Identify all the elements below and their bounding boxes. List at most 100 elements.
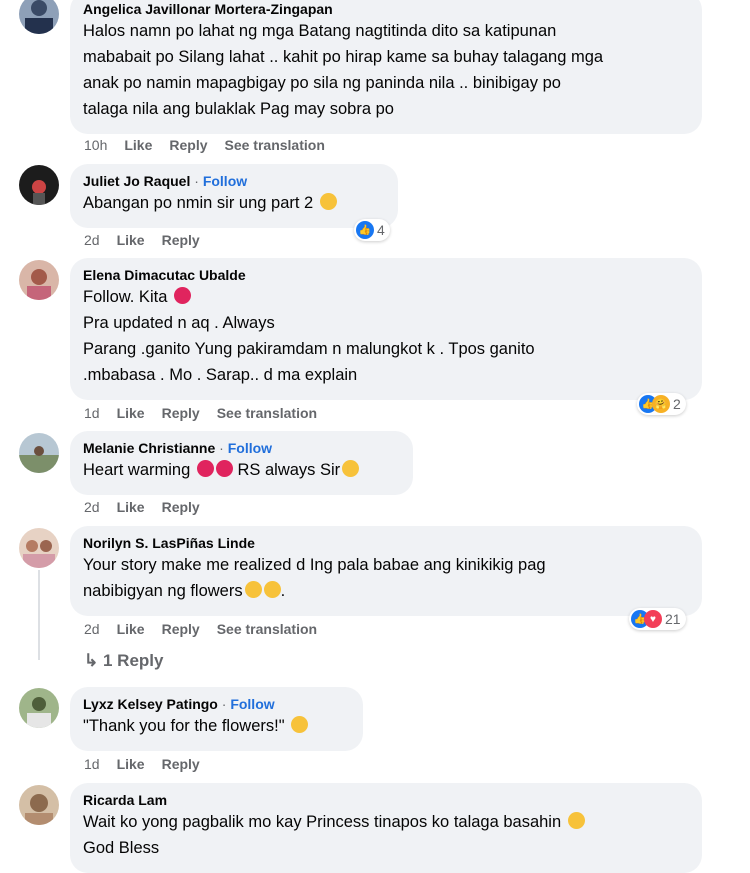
reaction-summary[interactable]: 👍 ♥ 21 — [629, 608, 686, 630]
comment-text-line: talaga nila ang bulaklak Pag may sobra p… — [83, 100, 394, 118]
commenter-name[interactable]: Norilyn S. LasPiñas Linde — [83, 534, 689, 552]
view-replies-link[interactable]: ↳ 1 Reply — [84, 651, 163, 671]
comment-text-line: Abangan po nmin sir ung part 2 — [83, 190, 385, 216]
like-button[interactable]: Like — [124, 137, 152, 153]
follow-button[interactable]: Follow — [230, 696, 274, 712]
replies-count: 1 Reply — [102, 651, 164, 670]
comment-text: "Thank you for the flowers!" — [83, 717, 285, 735]
commenter-header: Lyxz Kelsey Patingo · Follow — [83, 695, 350, 713]
comment-text-line: God Bless — [83, 839, 160, 857]
period-text: . — [280, 582, 286, 600]
thread-connector — [38, 570, 40, 660]
comment-bubble: Juliet Jo Raquel · Follow Abangan po nmi… — [70, 164, 398, 228]
see-translation-link[interactable]: See translation — [217, 621, 317, 637]
comment-text-line: mababait po Silang lahat .. kahit po hir… — [83, 48, 604, 66]
smile-emoji-icon — [263, 581, 281, 598]
reply-button[interactable]: Reply — [169, 137, 207, 153]
avatar[interactable] — [19, 433, 59, 473]
heart-emoji-icon — [215, 460, 233, 477]
commenter-name[interactable]: Lyxz Kelsey Patingo — [83, 696, 218, 712]
comment-text: nabibigyan ng flowers — [83, 582, 243, 600]
reaction-count: 2 — [673, 396, 681, 412]
timestamp[interactable]: 1d — [84, 405, 100, 421]
comment-actions: 2d Like Reply — [84, 232, 200, 248]
avatar[interactable] — [19, 0, 59, 34]
grinning-emoji-icon — [291, 716, 309, 733]
reaction-count: 21 — [665, 611, 681, 627]
commenter-name[interactable]: Melanie Christianne — [83, 440, 215, 456]
reply-button[interactable]: Reply — [162, 232, 200, 248]
avatar[interactable] — [19, 688, 59, 728]
separator-dot: · — [194, 173, 199, 189]
follow-button[interactable]: Follow — [228, 440, 272, 456]
reply-arrow-icon: ↳ — [84, 651, 99, 670]
care-reaction-icon: 🤗 — [652, 395, 670, 413]
reply-button[interactable]: Reply — [162, 499, 200, 515]
comment-text-line: Pra updated n aq . Always — [83, 314, 275, 332]
commenter-header: Melanie Christianne · Follow — [83, 439, 400, 457]
timestamp[interactable]: 2d — [84, 499, 100, 515]
like-button[interactable]: Like — [117, 405, 145, 421]
commenter-header: Juliet Jo Raquel · Follow — [83, 172, 385, 190]
love-reaction-icon: ♥ — [644, 610, 662, 628]
comment-actions: 10h Like Reply See translation — [84, 137, 325, 153]
comment-text: Wait ko yong pagbalik mo kay Princess ti… — [83, 813, 562, 831]
like-button[interactable]: Like — [117, 232, 145, 248]
follow-button[interactable]: Follow — [203, 173, 247, 189]
reaction-summary[interactable]: 👍 🤗 2 — [637, 393, 686, 415]
commenter-name[interactable]: Angelica Javillonar Mortera-Zingapan — [83, 0, 689, 18]
comment-text-line: nabibigyan ng flowers. — [83, 578, 689, 604]
avatar[interactable] — [19, 785, 59, 825]
comment-bubble: Lyxz Kelsey Patingo · Follow "Thank you … — [70, 687, 363, 751]
comment-text-line: Heart warming RS always Sir — [83, 457, 400, 483]
separator-dot: · — [221, 696, 227, 712]
like-button[interactable]: Like — [117, 499, 145, 515]
comment-actions: 2d Like Reply — [84, 499, 200, 515]
commenter-name[interactable]: Ricarda Lam — [83, 791, 689, 809]
comment-text-line: Parang .ganito Yung pakiramdam n malungk… — [83, 340, 535, 358]
comment-actions: 1d Like Reply See translation — [84, 405, 317, 421]
grinning-emoji-icon — [319, 193, 337, 210]
see-translation-link[interactable]: See translation — [225, 137, 325, 153]
comment-bubble: Angelica Javillonar Mortera-Zingapan Hal… — [70, 0, 702, 134]
smile-emoji-icon — [244, 581, 262, 598]
reply-button[interactable]: Reply — [162, 621, 200, 637]
avatar[interactable] — [19, 165, 59, 205]
heart-eyes-emoji-icon — [173, 287, 191, 304]
smile-emoji-icon — [342, 460, 360, 477]
comment-bubble: Elena Dimacutac Ubalde Follow. Kita Pra … — [70, 258, 702, 400]
see-translation-link[interactable]: See translation — [217, 405, 317, 421]
heart-emoji-icon — [196, 460, 214, 477]
like-reaction-icon: 👍 — [356, 221, 374, 239]
avatar[interactable] — [19, 528, 59, 568]
commenter-name[interactable]: Elena Dimacutac Ubalde — [83, 266, 689, 284]
comment-text-line: Wait ko yong pagbalik mo kay Princess ti… — [83, 809, 689, 835]
avatar[interactable] — [19, 260, 59, 300]
comment-text-line: Halos namn po lahat ng mga Batang nagtit… — [83, 22, 557, 40]
reaction-summary[interactable]: 👍 4 — [354, 219, 390, 241]
separator-dot: · — [219, 440, 224, 456]
reaction-count: 4 — [377, 222, 385, 238]
comment-text-line: "Thank you for the flowers!" — [83, 713, 350, 739]
comment-bubble: Melanie Christianne · Follow Heart warmi… — [70, 431, 413, 495]
reply-button[interactable]: Reply — [162, 756, 200, 772]
like-button[interactable]: Like — [117, 756, 145, 772]
timestamp[interactable]: 1d — [84, 756, 100, 772]
commenter-name[interactable]: Juliet Jo Raquel — [83, 173, 190, 189]
comment-text: Abangan po nmin sir ung part 2 — [83, 194, 314, 212]
comment-text-line: Follow. Kita — [83, 284, 689, 310]
timestamp[interactable]: 2d — [84, 232, 100, 248]
timestamp[interactable]: 10h — [84, 137, 107, 153]
comment-text: RS always Sir — [237, 461, 341, 479]
comment-actions: 1d Like Reply — [84, 756, 200, 772]
timestamp[interactable]: 2d — [84, 621, 100, 637]
comment-text: Follow. Kita — [83, 288, 168, 306]
comment-bubble: Norilyn S. LasPiñas Linde Your story mak… — [70, 526, 702, 616]
comment-text-line: anak po namin mapagbigay po sila ng pani… — [83, 74, 561, 92]
like-button[interactable]: Like — [117, 621, 145, 637]
comment-text-line: Your story make me realized d Ing pala b… — [83, 556, 546, 574]
smile-emoji-icon — [567, 812, 585, 829]
comment-bubble: Ricarda Lam Wait ko yong pagbalik mo kay… — [70, 783, 702, 873]
comment-actions: 2d Like Reply See translation — [84, 621, 317, 637]
reply-button[interactable]: Reply — [162, 405, 200, 421]
